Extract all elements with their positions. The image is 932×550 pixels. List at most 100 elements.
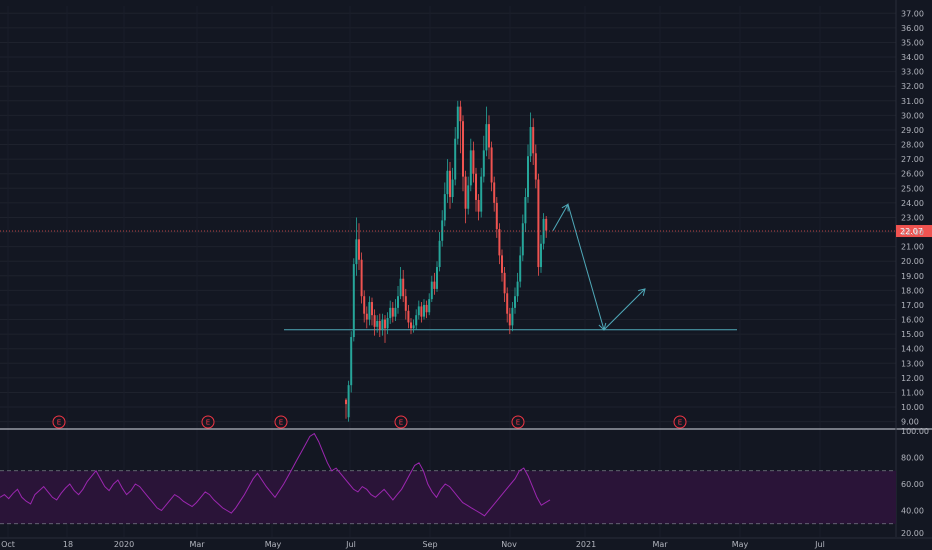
candle-body (368, 302, 371, 320)
time-tick-label: 2020 (114, 540, 134, 549)
candle-body (521, 223, 524, 256)
candle-body (407, 310, 410, 323)
chart-background (0, 0, 932, 550)
earnings-badge-label: E (399, 419, 403, 427)
candle-body (417, 306, 420, 316)
time-tick-label: 18 (63, 540, 73, 549)
candle-body (532, 127, 535, 154)
chart-canvas[interactable]: 22.07 EEEEEE 37.0036.0035.0034.0033.0032… (0, 0, 932, 550)
time-tick-label: Mar (189, 540, 205, 549)
candle-body (477, 199, 480, 212)
candle-body (389, 307, 392, 319)
candle-body (358, 239, 360, 260)
candle-body (415, 315, 418, 326)
candle-body (365, 313, 368, 320)
candle-body (464, 176, 467, 209)
time-tick-label: May (732, 540, 749, 549)
candle-body (352, 264, 355, 338)
candle-body (391, 307, 394, 317)
time-tick-label: Jul (814, 540, 825, 549)
candle-body (524, 197, 527, 224)
price-tick-label: 37.00 (901, 9, 924, 18)
candle-body (350, 337, 353, 386)
candle-body (384, 319, 386, 329)
candle-body (412, 325, 415, 329)
candle-body (371, 302, 373, 316)
price-tick-label: 11.00 (901, 388, 924, 397)
price-tick-label: 21.00 (901, 243, 924, 252)
candle-body (462, 121, 464, 177)
candle-body (545, 218, 548, 231)
candle-body (441, 220, 444, 241)
candle-body (495, 202, 498, 230)
price-tick-label: 25.00 (901, 184, 924, 193)
price-tick-label: 22.00 (901, 228, 924, 237)
earnings-badge-label: E (57, 419, 61, 427)
candle-body (467, 185, 470, 209)
candle-body (540, 243, 542, 268)
price-tick-label: 26.00 (901, 170, 924, 179)
candle-body (420, 306, 423, 317)
candle-body (485, 124, 488, 151)
price-tick-label: 24.00 (901, 199, 924, 208)
candle-body (436, 267, 438, 289)
price-tick-label: 12.00 (901, 374, 924, 383)
candle-body (459, 106, 462, 122)
rsi-tick-label: 60.00 (901, 480, 924, 489)
time-tick-label: Oct (1, 540, 15, 549)
candle-body (456, 106, 459, 139)
candle-body (514, 296, 516, 308)
candle-body (480, 176, 483, 212)
price-tick-label: 31.00 (901, 97, 924, 106)
price-tick-label: 17.00 (901, 301, 924, 310)
price-grid (0, 0, 932, 550)
candle-body (425, 304, 428, 313)
rsi-tick-label: 80.00 (901, 454, 924, 463)
candle-body (397, 296, 399, 308)
time-tick-label: Nov (501, 540, 517, 549)
candle-body (488, 124, 490, 148)
candle-body (449, 170, 451, 198)
price-tick-label: 33.00 (901, 68, 924, 77)
candle-body (537, 179, 540, 268)
candle-body (394, 307, 397, 317)
candle-body (399, 278, 402, 297)
price-tick-label: 34.00 (901, 53, 924, 62)
earnings-badge-label: E (678, 419, 682, 427)
candle-body (430, 281, 433, 300)
rsi-band (0, 470, 896, 524)
price-tick-label: 9.00 (901, 418, 919, 427)
rsi-tick-label: 40.00 (901, 507, 924, 516)
price-tick-label: 15.00 (901, 330, 924, 339)
candle-body (423, 304, 425, 317)
price-tick-label: 32.00 (901, 82, 924, 91)
rsi-tick-label: 100.00 (901, 427, 929, 436)
candle-body (506, 293, 509, 314)
price-tick-label: 29.00 (901, 126, 924, 135)
price-tick-label: 10.00 (901, 403, 924, 412)
candle-body (529, 127, 532, 157)
candle-body (433, 281, 436, 289)
candle-body (498, 229, 501, 256)
candle-body (482, 150, 485, 177)
candle-body (347, 385, 350, 418)
price-tick-label: 30.00 (901, 111, 924, 120)
price-tick-label: 13.00 (901, 359, 924, 368)
earnings-badge-label: E (279, 419, 283, 427)
candle-body (446, 170, 449, 195)
candle-body (438, 240, 441, 268)
candle-body (503, 272, 506, 294)
price-tick-label: 19.00 (901, 272, 924, 281)
time-tick-label: 2021 (576, 540, 596, 549)
candle-body (355, 239, 358, 265)
candle-body (454, 138, 457, 180)
candle-body (475, 173, 477, 200)
candle-body (451, 179, 454, 198)
price-tick-label: 36.00 (901, 24, 924, 33)
candle-body (345, 399, 347, 405)
price-tick-label: 23.00 (901, 213, 924, 222)
price-tick-label: 18.00 (901, 286, 924, 295)
earnings-badge-label: E (516, 419, 520, 427)
price-axis[interactable]: 37.00 36.00 35.00 34.00 33.00 32.00 31.00 30.00… (901, 9, 924, 426)
candle-body (519, 255, 522, 282)
